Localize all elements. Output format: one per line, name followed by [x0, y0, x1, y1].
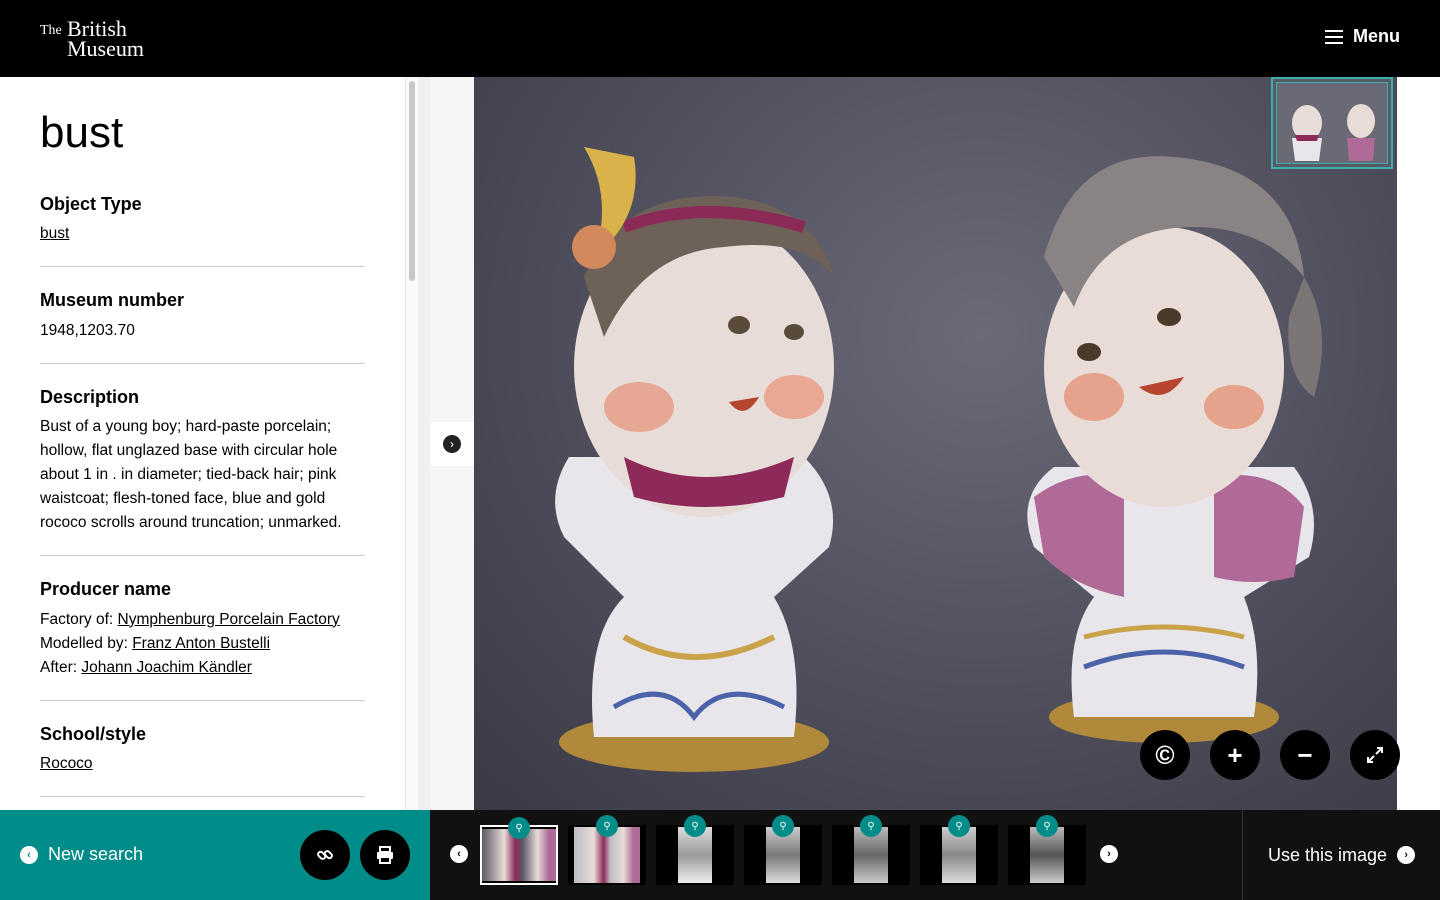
printer-icon	[377, 846, 393, 864]
object-image[interactable]	[474, 77, 1397, 810]
fullscreen-button[interactable]	[1350, 730, 1400, 780]
field-label: Object Type	[40, 194, 142, 214]
hamburger-icon	[1325, 29, 1343, 44]
producer-role: After:	[40, 658, 78, 676]
thumbnails-next-button[interactable]: ›	[1100, 845, 1118, 863]
field-label: Description	[40, 386, 140, 407]
description-value: Bust of a young boy; hard-paste porcelai…	[40, 418, 342, 532]
porcelain-busts-image	[555, 147, 1322, 772]
field-school-style: School/style Rococo	[40, 723, 365, 797]
search-icon[interactable]: ⚲	[1036, 815, 1058, 837]
thumbnail-6[interactable]: ⚲	[920, 815, 998, 885]
copyright-button[interactable]: ©	[1140, 730, 1190, 780]
scrollbar-thumb[interactable]	[409, 81, 415, 281]
thumbnail-4[interactable]: ⚲	[744, 815, 822, 885]
use-this-image-button[interactable]: Use this image ›	[1242, 810, 1440, 900]
menu-button[interactable]: Menu	[1325, 26, 1400, 47]
panel-gutter	[418, 77, 430, 810]
copyright-icon: ©	[1155, 739, 1175, 770]
producer-line: Factory of: Nymphenburg Porcelain Factor…	[40, 608, 365, 632]
producer-link[interactable]: Johann Joachim Kändler	[81, 659, 252, 676]
chevron-left-icon: ‹	[457, 848, 461, 860]
copy-link-button[interactable]	[300, 830, 350, 880]
navigator-minimap[interactable]	[1271, 77, 1393, 169]
chevron-right-icon: ›	[443, 435, 461, 453]
field-label: Producer name	[40, 579, 172, 600]
thumbnail-7[interactable]: ⚲	[1008, 815, 1086, 885]
bottom-bar: ‹ New search ‹ ⚲ ⚲ ⚲ ⚲ ⚲ ⚲ ⚲ › Use this …	[0, 810, 1440, 900]
zoom-out-button[interactable]: −	[1280, 730, 1330, 780]
link-icon	[317, 850, 333, 860]
minus-icon: −	[1297, 739, 1313, 770]
search-icon[interactable]: ⚲	[772, 815, 794, 837]
logo-museum: Museum	[67, 36, 144, 61]
field-description: Description Bust of a young boy; hard-pa…	[40, 386, 365, 557]
new-search-button[interactable]: ‹ New search	[20, 844, 143, 865]
search-icon[interactable]: ⚲	[684, 815, 706, 837]
thumbnail-strip: ‹ ⚲ ⚲ ⚲ ⚲ ⚲ ⚲ ⚲ ›	[430, 810, 1242, 900]
producer-role: Modelled by:	[40, 634, 128, 652]
chevron-left-icon: ‹	[20, 845, 38, 864]
search-icon[interactable]: ⚲	[508, 817, 530, 839]
thumbnails-prev-button[interactable]: ‹	[450, 845, 468, 863]
menu-label: Menu	[1353, 26, 1400, 46]
expand-icon	[1367, 747, 1383, 763]
producer-line: Modelled by: Franz Anton Bustelli	[40, 632, 365, 656]
field-producer-name: Producer name Factory of: Nymphenburg Po…	[40, 578, 365, 701]
toggle-panel-button[interactable]: ›	[430, 422, 474, 466]
object-details-panel: bust Object Type bust Museum number 1948…	[0, 77, 430, 810]
use-image-label: Use this image	[1267, 844, 1388, 865]
field-label: Museum number	[40, 290, 185, 311]
producer-link[interactable]: Franz Anton Bustelli	[132, 635, 270, 652]
chevron-right-icon: ›	[1397, 846, 1416, 864]
search-icon[interactable]: ⚲	[948, 815, 970, 837]
school-style-link[interactable]: Rococo	[40, 755, 93, 772]
field-label: School/style	[40, 723, 147, 744]
zoom-in-button[interactable]: +	[1210, 730, 1260, 780]
field-museum-number: Museum number 1948,1203.70	[40, 289, 365, 364]
thumbnail-5[interactable]: ⚲	[832, 815, 910, 885]
viewer-left-rail: ›	[430, 77, 474, 810]
object-title: bust	[40, 108, 124, 157]
search-icon[interactable]: ⚲	[860, 815, 882, 837]
search-icon[interactable]: ⚲	[596, 815, 618, 837]
field-object-type: Object Type bust	[40, 193, 365, 268]
print-button[interactable]	[360, 830, 410, 880]
producer-line: After: Johann Joachim Kändler	[40, 656, 365, 680]
minimap-viewport	[1276, 82, 1388, 164]
producer-role: Factory of:	[40, 610, 114, 628]
thumbnail-3[interactable]: ⚲	[656, 815, 734, 885]
logo-the: The	[40, 23, 62, 38]
producer-link[interactable]: Nymphenburg Porcelain Factory	[118, 611, 340, 628]
object-type-link[interactable]: bust	[40, 225, 69, 242]
plus-icon: +	[1227, 739, 1243, 770]
site-header: The British Museum Menu	[0, 0, 1440, 77]
museum-number-value: 1948,1203.70	[40, 321, 135, 339]
bottom-actions: ‹ New search	[0, 810, 430, 900]
thumbnail-1[interactable]: ⚲	[480, 817, 558, 885]
new-search-label: New search	[48, 844, 144, 864]
image-viewer: › © + −	[430, 77, 1440, 810]
chevron-right-icon: ›	[1107, 848, 1111, 860]
details-scrollbar[interactable]	[405, 77, 417, 810]
thumbnail-2[interactable]: ⚲	[568, 815, 646, 885]
minimap-thumbnail	[1292, 104, 1375, 161]
